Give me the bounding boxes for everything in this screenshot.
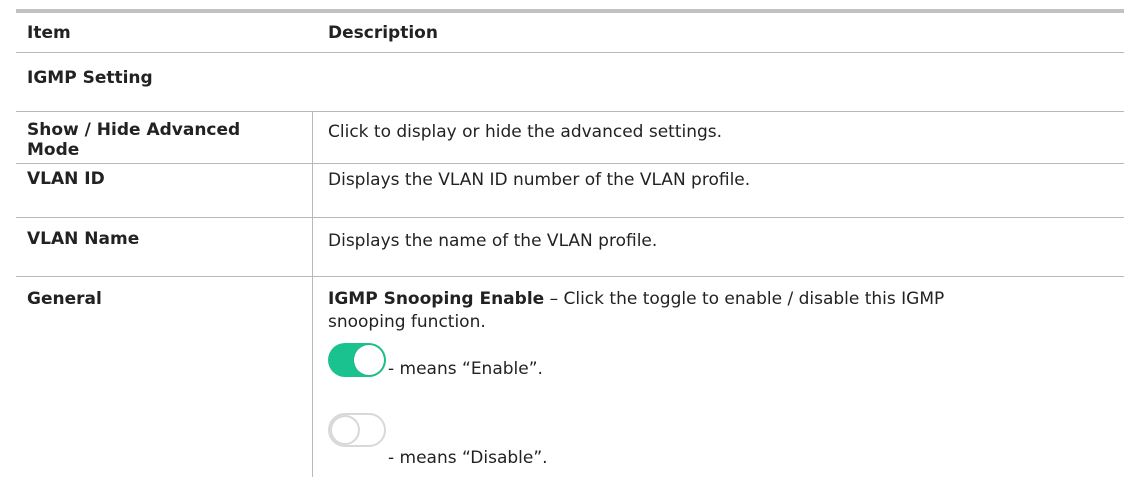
column-divider	[312, 111, 313, 477]
row-description-show-hide: Click to display or hide the advanced se…	[328, 122, 723, 142]
row-description-vlan-id: Displays the VLAN ID number of the VLAN …	[328, 170, 751, 190]
row-item-vlan-name: VLAN Name	[27, 229, 140, 249]
row-description-general-line1: IGMP Snooping Enable – Click the toggle …	[328, 289, 944, 310]
row-description-vlan-name: Displays the name of the VLAN profile.	[328, 231, 658, 251]
header-description: Description	[328, 23, 438, 43]
toggle-off-knob	[330, 415, 360, 445]
header-item: Item	[27, 23, 71, 43]
toggle-disable-meaning: - means “Disable”.	[388, 448, 548, 468]
row-item-show-hide-line1: Show / Hide Advanced	[27, 120, 241, 140]
row-divider-3	[16, 276, 1124, 277]
description-table: Item Description IGMP Setting Show / Hid…	[16, 9, 1124, 477]
section-divider	[16, 111, 1124, 112]
row-item-show-hide-line2: Mode	[27, 140, 80, 160]
toggle-on-knob	[354, 345, 384, 375]
row-divider-1	[16, 163, 1124, 164]
table-top-rule	[16, 9, 1124, 13]
igmp-snooping-enable-text: – Click the toggle to enable / disable t…	[544, 289, 945, 309]
row-item-vlan-id: VLAN ID	[27, 169, 105, 189]
row-item-general: General	[27, 289, 102, 309]
section-title: IGMP Setting	[27, 68, 153, 88]
toggle-enable-meaning: - means “Enable”.	[388, 359, 543, 379]
row-description-general-line2: snooping function.	[328, 312, 486, 332]
toggle-on-icon	[328, 343, 386, 377]
row-divider-2	[16, 217, 1124, 218]
toggle-off-icon	[328, 413, 386, 447]
header-divider	[16, 52, 1124, 53]
igmp-snooping-enable-label: IGMP Snooping Enable	[328, 289, 545, 309]
